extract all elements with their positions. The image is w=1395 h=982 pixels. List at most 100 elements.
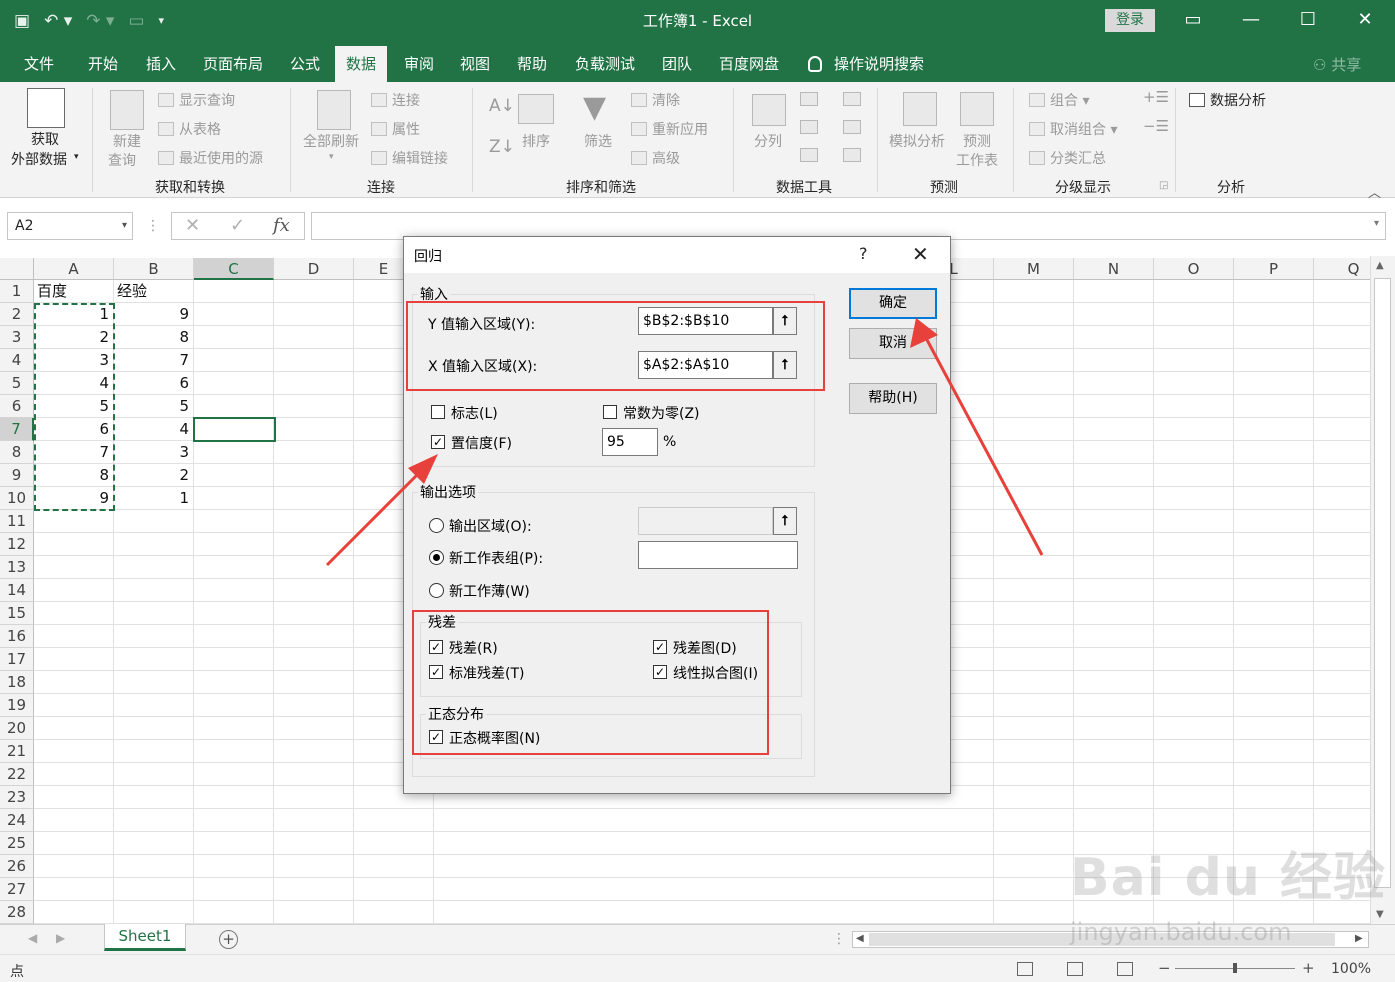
- from-table-button[interactable]: 从表格: [158, 119, 221, 139]
- data-analysis-button[interactable]: 数据分析: [1189, 90, 1266, 110]
- column-header-d[interactable]: D: [274, 258, 354, 280]
- tab-data[interactable]: 数据: [335, 46, 388, 82]
- advanced-button[interactable]: 高级: [631, 148, 680, 168]
- tab-file[interactable]: 文件: [13, 46, 65, 82]
- row-header-24[interactable]: 24: [0, 809, 34, 832]
- zoom-out-icon[interactable]: −: [1158, 959, 1171, 977]
- row-header-22[interactable]: 22: [0, 763, 34, 786]
- login-button[interactable]: 登录: [1105, 9, 1155, 32]
- tab-help[interactable]: 帮助: [506, 46, 558, 82]
- cell-header-b1[interactable]: 经验: [117, 280, 194, 303]
- row-header-17[interactable]: 17: [0, 648, 34, 671]
- ungroup-button[interactable]: 取消组合 ▾: [1029, 119, 1117, 139]
- forecast-sheet-label-2[interactable]: 工作表: [956, 150, 998, 170]
- column-header-a[interactable]: A: [34, 258, 114, 280]
- output-range-collapse-icon[interactable]: ⭡: [773, 507, 797, 535]
- cell-value[interactable]: 3: [114, 441, 192, 464]
- outline-dialog-launcher-icon[interactable]: ◲: [1159, 180, 1168, 191]
- tab-review[interactable]: 审阅: [393, 46, 445, 82]
- scroll-down-icon[interactable]: ▼: [1376, 909, 1384, 920]
- tab-insert[interactable]: 插入: [135, 46, 187, 82]
- row-header-28[interactable]: 28: [0, 901, 34, 924]
- new-workbook-radio[interactable]: [429, 583, 444, 598]
- select-all-corner[interactable]: [0, 258, 34, 280]
- new-worksheet-name-input[interactable]: [638, 541, 798, 569]
- vertical-scroll-thumb[interactable]: [1374, 278, 1391, 888]
- share-button[interactable]: ⚇ 共享: [1313, 54, 1361, 75]
- row-header-2[interactable]: 2: [0, 303, 34, 326]
- insert-function-icon[interactable]: fx: [273, 215, 290, 236]
- get-external-data-dropdown-icon[interactable]: ▾: [74, 152, 79, 162]
- subtotal-button[interactable]: 分类汇总: [1029, 148, 1106, 168]
- row-header-7[interactable]: 7: [0, 418, 34, 441]
- dialog-close-icon[interactable]: ✕: [912, 242, 929, 266]
- add-sheet-icon[interactable]: +: [219, 930, 238, 949]
- properties-button[interactable]: 属性: [371, 119, 420, 139]
- confidence-level-input[interactable]: [602, 428, 658, 456]
- connections-button[interactable]: 连接: [371, 90, 420, 110]
- hide-detail-icon[interactable]: −☰: [1143, 117, 1169, 135]
- maximize-icon[interactable]: ☐: [1283, 6, 1333, 34]
- row-header-14[interactable]: 14: [0, 579, 34, 602]
- row-header-9[interactable]: 9: [0, 464, 34, 487]
- active-cell-selection[interactable]: [193, 417, 276, 442]
- row-header-26[interactable]: 26: [0, 855, 34, 878]
- tell-me-search[interactable]: 操作说明搜索: [808, 46, 924, 82]
- get-external-data-label-2[interactable]: 外部数据: [11, 149, 67, 169]
- recent-sources-button[interactable]: 最近使用的源: [158, 148, 263, 168]
- formula-bar-grip-icon[interactable]: ⋮: [146, 218, 160, 234]
- column-header-o[interactable]: O: [1154, 258, 1234, 280]
- cell-value[interactable]: 8: [114, 326, 192, 349]
- column-header-p[interactable]: P: [1234, 258, 1314, 280]
- row-header-6[interactable]: 6: [0, 395, 34, 418]
- zoom-in-icon[interactable]: +: [1302, 959, 1315, 977]
- confirm-entry-icon[interactable]: ✓: [230, 215, 245, 236]
- show-query-button[interactable]: 显示查询: [158, 90, 235, 110]
- row-header-1[interactable]: 1: [0, 280, 34, 303]
- text-to-columns-button[interactable]: 分列: [754, 131, 782, 151]
- clear-button[interactable]: 清除: [631, 90, 680, 110]
- cancel-entry-icon[interactable]: ✕: [185, 215, 200, 236]
- cell-value[interactable]: 6: [114, 372, 192, 395]
- cell-value[interactable]: 9: [114, 303, 192, 326]
- scroll-left-icon[interactable]: ◀: [856, 933, 864, 944]
- cell-value[interactable]: 7: [114, 349, 192, 372]
- column-header-c[interactable]: C: [194, 258, 274, 280]
- tab-view[interactable]: 视图: [449, 46, 501, 82]
- sort-descending-icon[interactable]: Z↓: [489, 137, 515, 157]
- edit-links-button[interactable]: 编辑链接: [371, 148, 448, 168]
- close-icon[interactable]: ✕: [1340, 6, 1390, 34]
- show-detail-icon[interactable]: +☰: [1143, 88, 1169, 106]
- cell-value[interactable]: 2: [114, 464, 192, 487]
- row-header-5[interactable]: 5: [0, 372, 34, 395]
- tab-load-test[interactable]: 负载测试: [564, 46, 646, 82]
- zoom-level[interactable]: 100%: [1331, 961, 1371, 977]
- refresh-all-dropdown-icon[interactable]: ▾: [329, 152, 334, 162]
- sort-ascending-icon[interactable]: A↓: [489, 96, 515, 116]
- tab-formulas[interactable]: 公式: [279, 46, 331, 82]
- row-header-12[interactable]: 12: [0, 533, 34, 556]
- minimize-icon[interactable]: —: [1226, 6, 1276, 34]
- row-header-3[interactable]: 3: [0, 326, 34, 349]
- cell-value[interactable]: 1: [114, 487, 192, 510]
- row-header-15[interactable]: 15: [0, 602, 34, 625]
- output-range-radio[interactable]: [429, 518, 444, 533]
- tab-baidu-netdisk[interactable]: 百度网盘: [708, 46, 790, 82]
- filter-button[interactable]: 筛选: [584, 131, 612, 151]
- vertical-scrollbar[interactable]: ▲ ▼: [1370, 256, 1395, 926]
- new-query-label-2[interactable]: 查询: [108, 150, 136, 170]
- zoom-slider-thumb[interactable]: [1233, 963, 1237, 973]
- new-query-label-1[interactable]: 新建: [113, 131, 141, 151]
- help-icon[interactable]: ?: [859, 244, 868, 263]
- row-header-8[interactable]: 8: [0, 441, 34, 464]
- row-header-21[interactable]: 21: [0, 740, 34, 763]
- row-header-16[interactable]: 16: [0, 625, 34, 648]
- forecast-sheet-label-1[interactable]: 预测: [963, 131, 991, 151]
- data-validation-icon[interactable]: [800, 148, 818, 162]
- row-header-19[interactable]: 19: [0, 694, 34, 717]
- page-layout-view-icon[interactable]: [1067, 962, 1083, 976]
- column-header-n[interactable]: N: [1074, 258, 1154, 280]
- expand-formula-bar-icon[interactable]: ▾: [1374, 218, 1379, 229]
- row-header-23[interactable]: 23: [0, 786, 34, 809]
- refresh-all-label[interactable]: 全部刷新: [303, 131, 359, 151]
